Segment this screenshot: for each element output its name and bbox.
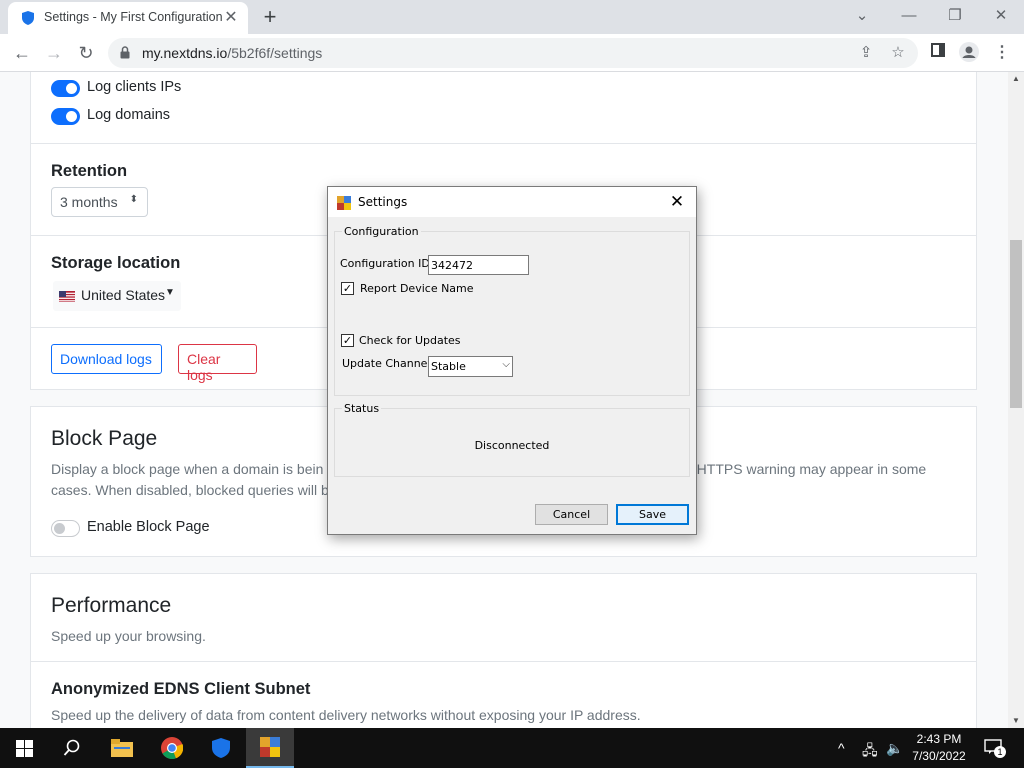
bookmark-star-icon[interactable]: ☆ <box>888 44 908 62</box>
sort-caret-icon: ⬍ <box>129 194 138 205</box>
performance-title: Performance <box>51 594 172 617</box>
browser-toolbar: ← → ↻ my.nextdns.io/5b2f6f/settings ⇪ ☆ … <box>0 34 1024 72</box>
block-page-desc-2: cases. When disabled, blocked queries wi… <box>51 482 329 498</box>
share-icon[interactable]: ⇪ <box>856 44 876 62</box>
update-channel-label: Update Channel: <box>342 357 435 370</box>
download-logs-button[interactable]: Download logs <box>51 344 162 374</box>
report-device-label: Report Device Name <box>360 282 474 295</box>
performance-card: Performance Speed up your browsing. Anon… <box>30 573 977 728</box>
retention-select[interactable]: 3 months ⬍ <box>51 187 148 217</box>
update-channel-value: Stable <box>431 360 466 373</box>
url-path: /5b2f6f/settings <box>227 45 323 61</box>
storage-location-dropdown[interactable]: United States ▼ <box>53 281 181 311</box>
browser-titlebar: Settings - My First Configuration ✕ + ⌄ … <box>0 0 1024 34</box>
logs-options-section: Log clients IPs Log domains <box>31 72 976 144</box>
nextdns-shield-icon <box>20 10 36 26</box>
scroll-down-icon[interactable]: ▼ <box>1008 714 1024 728</box>
update-channel-select[interactable]: Stable ⌵ <box>428 356 513 377</box>
menu-kebab-icon[interactable]: ⋮ <box>991 42 1013 64</box>
retention-value: 3 months <box>60 194 118 210</box>
volume-icon[interactable]: 🔈 <box>886 740 903 757</box>
config-id-label: Configuration ID: <box>340 257 434 270</box>
storage-location-title: Storage location <box>51 254 181 272</box>
tab-search-icon[interactable]: ⌄ <box>848 4 876 28</box>
block-page-title: Block Page <box>51 427 158 450</box>
clock-time: 2:43 PM <box>916 732 962 746</box>
forward-icon[interactable]: → <box>41 40 67 66</box>
tray-chevron-up-icon[interactable]: ^ <box>838 740 845 756</box>
url-text: my.nextdns.io/5b2f6f/settings <box>142 45 322 61</box>
performance-subtitle: Speed up your browsing. <box>51 628 206 644</box>
ecs-title: Anonymized EDNS Client Subnet <box>51 680 311 698</box>
status-group: Status Disconnected <box>334 402 690 477</box>
config-id-field[interactable]: 342472 <box>428 255 529 275</box>
browser-tab[interactable]: Settings - My First Configuration ✕ <box>8 2 248 34</box>
chevron-down-icon: ⌵ <box>502 359 510 370</box>
cancel-button[interactable]: Cancel <box>535 504 608 525</box>
file-explorer-icon[interactable] <box>98 728 146 768</box>
log-domains-label: Log domains <box>87 107 171 123</box>
notifications-icon[interactable]: 1 <box>984 739 1006 758</box>
configuration-group-label: Configuration <box>342 225 421 238</box>
close-tab-icon[interactable]: ✕ <box>222 9 240 27</box>
dialog-title: Settings <box>358 195 408 209</box>
configuration-group: Configuration Configuration ID: 342472 ✓… <box>334 225 690 396</box>
reload-icon[interactable]: ↻ <box>73 40 99 66</box>
log-client-ips-label: Log clients IPs <box>87 79 182 95</box>
close-window-icon[interactable]: ✕ <box>987 4 1015 28</box>
settings-app-taskbar-icon[interactable] <box>246 728 294 768</box>
enable-block-page-toggle[interactable] <box>51 520 80 537</box>
report-device-checkbox[interactable]: ✓ <box>341 282 354 295</box>
network-icon[interactable]: 🖧 <box>862 740 878 764</box>
clock-date: 7/30/2022 <box>912 749 966 763</box>
dialog-close-icon[interactable]: ✕ <box>666 191 688 213</box>
save-button[interactable]: Save <box>616 504 689 525</box>
windows-taskbar: ^ 🖧 🔈 2:43 PM 7/30/2022 1 <box>0 728 1024 768</box>
caret-down-icon: ▼ <box>165 287 175 298</box>
ecs-section: Anonymized EDNS Client Subnet Speed up t… <box>31 662 976 728</box>
performance-header: Performance Speed up your browsing. <box>31 574 976 662</box>
windows-start-icon[interactable] <box>0 728 48 768</box>
page-scrollbar[interactable]: ▲ ▼ <box>1008 72 1024 728</box>
settings-dialog: Settings ✕ Configuration Configuration I… <box>327 186 697 535</box>
minimize-icon[interactable]: — <box>895 4 923 28</box>
nextdns-app-icon[interactable] <box>197 728 245 768</box>
status-text: Disconnected <box>474 439 550 452</box>
profile-avatar-icon[interactable] <box>958 42 980 64</box>
block-page-desc-1: Display a block page when a domain is be… <box>51 461 324 477</box>
log-client-ips-toggle[interactable] <box>51 80 80 97</box>
us-flag-icon <box>59 289 75 307</box>
back-icon[interactable]: ← <box>9 40 35 66</box>
tab-title: Settings - My First Configuration <box>44 10 222 24</box>
enable-block-page-label: Enable Block Page <box>87 519 210 535</box>
check-updates-checkbox[interactable]: ✓ <box>341 334 354 347</box>
storage-location-value: United States <box>81 287 166 303</box>
notification-count: 1 <box>994 746 1006 758</box>
side-panel-icon[interactable] <box>927 42 949 64</box>
ecs-desc: Speed up the delivery of data from conte… <box>51 707 641 723</box>
app-window-icon <box>337 195 351 214</box>
scroll-thumb[interactable] <box>1010 240 1022 408</box>
url-host: my.nextdns.io <box>142 45 228 61</box>
lock-icon <box>120 46 130 64</box>
restore-icon[interactable]: ❐ <box>941 4 969 28</box>
check-updates-label: Check for Updates <box>359 334 461 347</box>
system-clock[interactable]: 2:43 PM 7/30/2022 <box>904 731 974 765</box>
log-domains-toggle[interactable] <box>51 108 80 125</box>
scroll-up-icon[interactable]: ▲ <box>1008 72 1024 86</box>
block-page-desc-1b: n HTTPS warning may appear in some <box>685 461 927 477</box>
clear-logs-button[interactable]: Clear logs <box>178 344 257 383</box>
status-group-label: Status <box>342 402 382 415</box>
retention-title: Retention <box>51 162 128 180</box>
search-icon[interactable] <box>48 728 96 768</box>
address-bar[interactable]: my.nextdns.io/5b2f6f/settings ⇪ ☆ <box>108 38 918 68</box>
chrome-icon[interactable] <box>148 728 196 768</box>
new-tab-icon[interactable]: + <box>258 6 282 30</box>
dialog-titlebar: Settings ✕ <box>328 187 696 217</box>
